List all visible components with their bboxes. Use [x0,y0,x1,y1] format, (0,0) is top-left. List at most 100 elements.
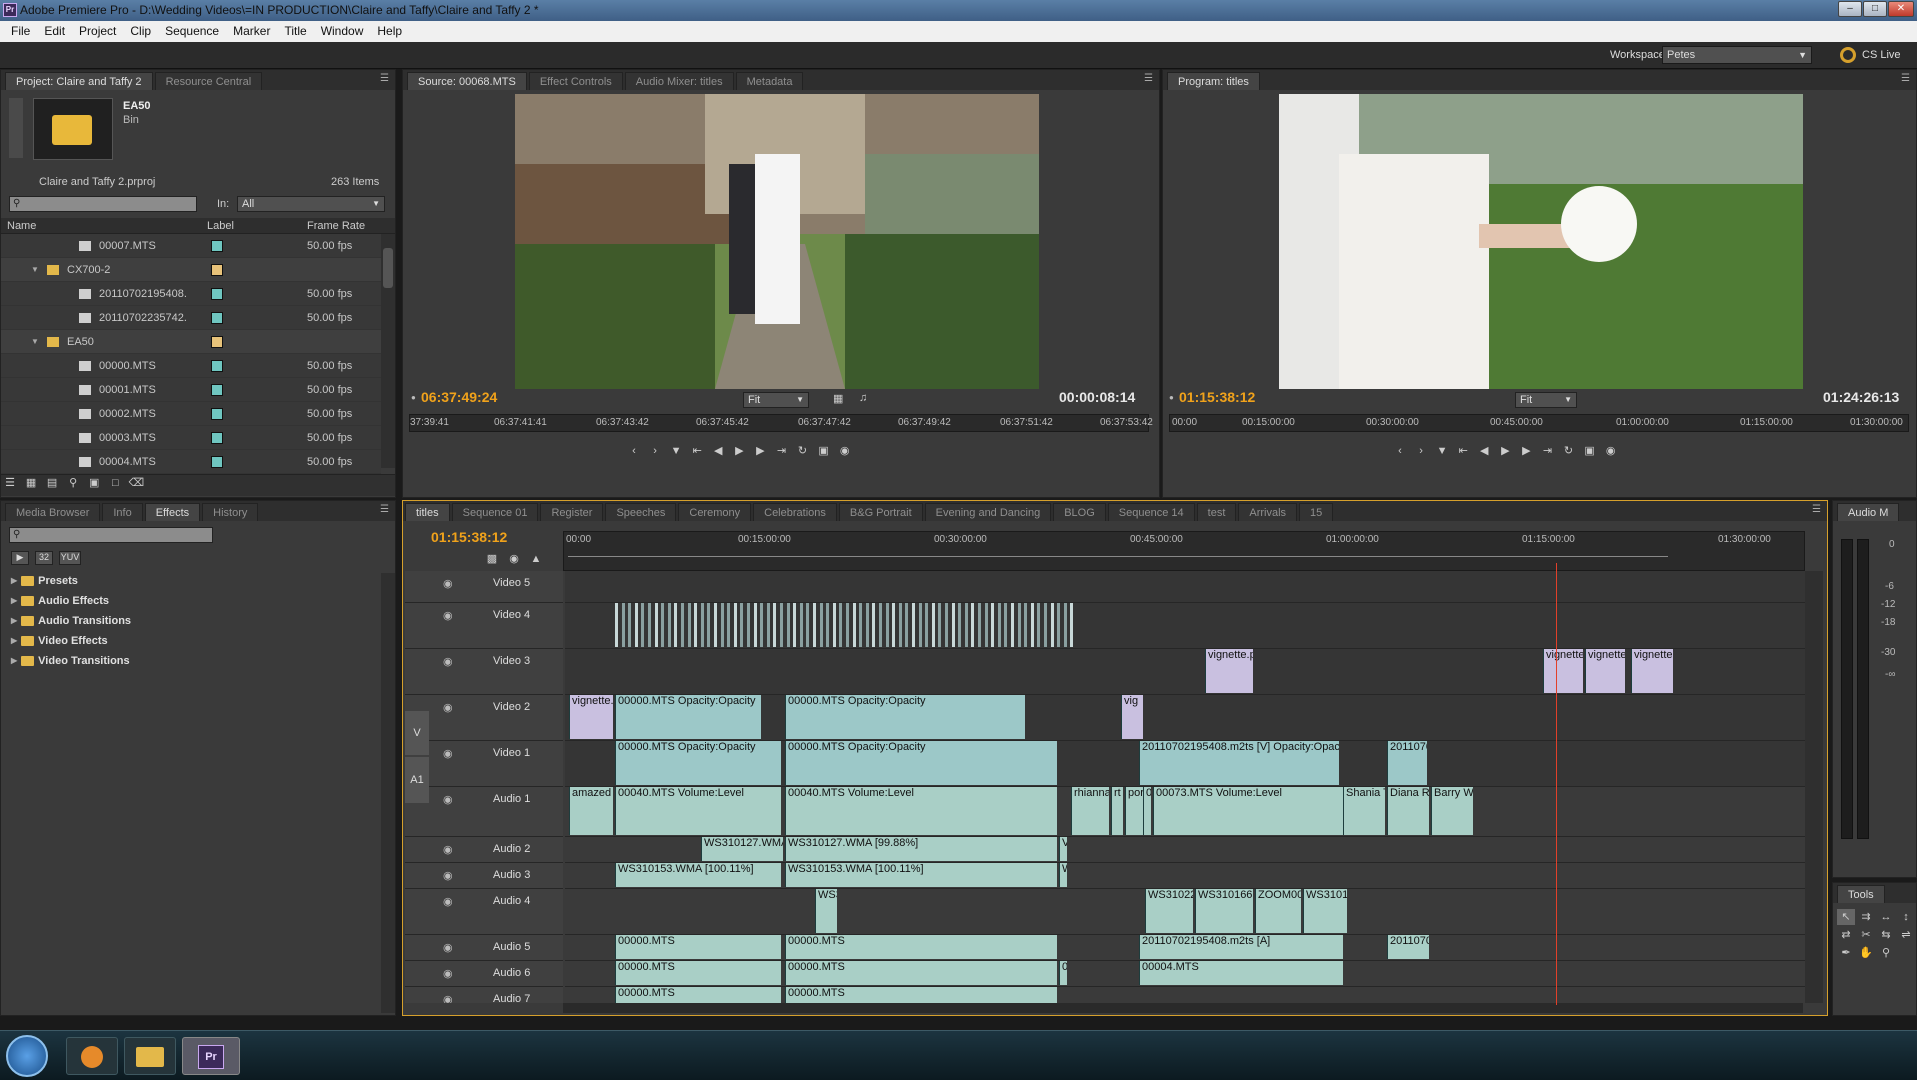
timeline-clip[interactable]: WS310153.WMA [100.11%] [785,863,1057,887]
taskbar-premiere-icon[interactable]: Pr [182,1037,240,1075]
effects-search-input[interactable]: ⚲ [9,527,213,543]
effects-folder-audio-transitions[interactable]: ▶ Audio Transitions [5,613,385,629]
tab-15[interactable]: 15 [1299,503,1334,521]
32bit-effects-button[interactable]: 32 [35,551,53,565]
timeline-clip[interactable]: WS3 [815,889,837,933]
selection-tool-icon[interactable]: ↖ [1837,909,1855,925]
accelerated-effects-icon[interactable]: ▶ [11,551,29,565]
source-video-frame[interactable] [515,94,1039,389]
timeline-horizontal-scrollbar[interactable] [563,1003,1803,1013]
track-header[interactable]: ◉ Audio 7 [405,987,563,1003]
tab-project[interactable]: Project: Claire and Taffy 2 [5,72,153,90]
audio-target-label[interactable]: A1 [405,757,429,803]
timeline-clip[interactable]: rt [1111,787,1123,835]
tab-blog[interactable]: BLOG [1053,503,1106,521]
project-scrollbar[interactable] [381,234,395,468]
goto-out-icon[interactable]: ⇥ [772,443,790,459]
find-icon[interactable]: ⚲ [64,475,82,491]
timeline-clip[interactable]: amazed w [569,787,613,835]
timeline-clip[interactable]: vignette.ps [1205,649,1253,693]
tab-effect-controls[interactable]: Effect Controls [528,72,623,90]
column-label[interactable]: Label [207,218,234,234]
cs-live-icon[interactable] [1840,47,1856,63]
mark-out-icon[interactable]: › [1412,443,1430,459]
tab-audio-meters[interactable]: Audio M [1837,503,1900,521]
timeline-clip[interactable]: 0 [1059,961,1067,985]
tab-sequence-14[interactable]: Sequence 14 [1107,503,1195,521]
program-video-frame[interactable] [1279,94,1803,389]
workspace-dropdown[interactable]: Petes ▼ [1662,46,1812,64]
source-fit-dropdown[interactable]: Fit ▼ [743,392,809,408]
set-marker-icon[interactable]: ▼ [667,443,685,459]
menu-title[interactable]: Title [277,21,313,42]
timeline-clip[interactable]: WS310154 [1303,889,1347,933]
work-area-bar[interactable] [568,556,1668,557]
step-back-icon[interactable]: ◀ [709,443,727,459]
disclosure-triangle-icon[interactable]: ▼ [31,337,39,346]
eye-icon[interactable]: ◉ [443,609,453,622]
slide-tool-icon[interactable]: ⇌ [1897,927,1915,943]
effects-folder-video-effects[interactable]: ▶ Video Effects [5,633,385,649]
tab-effects[interactable]: Effects [144,503,201,521]
loop-icon[interactable]: ↻ [1560,443,1578,459]
taskbar-explorer-icon[interactable] [124,1037,176,1075]
project-clip-row[interactable]: 00003.MTS 50.00 fps [1,426,381,450]
rate-stretch-tool-icon[interactable]: ⇄ [1837,927,1855,943]
cs-live-label[interactable]: CS Live [1862,49,1901,61]
timeline-clip[interactable]: 00000.MTS [615,961,781,985]
yuv-effects-button[interactable]: YUV [59,551,81,565]
effects-folder-video-transitions[interactable]: ▶ Video Transitions [5,653,385,669]
disclosure-triangle-icon[interactable]: ▼ [31,265,39,274]
tab-program[interactable]: Program: titles [1167,72,1260,90]
timeline-clip[interactable]: WS310127.WMA [99.88%] [785,837,1057,861]
source-current-timecode[interactable]: 06:37:49:24 [421,389,497,405]
timeline-clip[interactable]: W [1059,863,1067,887]
project-clip-row[interactable]: 00002.MTS 50.00 fps [1,402,381,426]
timeline-clip[interactable]: 00040.MTS Volume:Level [785,787,1057,835]
panel-menu-icon[interactable]: ☰ [1901,73,1910,84]
loop-icon[interactable]: ↻ [794,443,812,459]
track-header[interactable]: ◉ Audio 2 [405,837,563,863]
tab-sequence-01[interactable]: Sequence 01 [451,503,539,521]
eye-icon[interactable]: ◉ [443,895,453,908]
track-lane[interactable] [565,571,1805,603]
timeline-clip[interactable]: por [1125,787,1143,835]
play-icon[interactable]: ▶ [1496,443,1514,459]
goto-in-icon[interactable]: ⇤ [1454,443,1472,459]
timeline-clip[interactable]: 0 [1143,787,1151,835]
track-header[interactable]: ◉ Video 5 [405,571,563,603]
timeline-clip[interactable]: 20110702195408.m2ts [V] Opacity:Opacity [1139,741,1339,785]
project-bin-row[interactable]: ▼ CX700-2 [1,258,381,282]
menu-marker[interactable]: Marker [226,21,277,42]
eye-icon[interactable]: ◉ [443,843,453,856]
play-icon[interactable]: ▶ [730,443,748,459]
timeline-clip[interactable]: vignette. [1631,649,1673,693]
tab-resource-central[interactable]: Resource Central [154,72,263,90]
tab-metadata[interactable]: Metadata [735,72,804,90]
menu-window[interactable]: Window [314,21,371,42]
project-clip-row[interactable]: 00000.MTS 50.00 fps [1,354,381,378]
track-header[interactable]: ◉ Video 3 [405,649,563,695]
hand-tool-icon[interactable]: ✋ [1857,945,1875,961]
safe-margins-icon[interactable]: ▣ [815,443,833,459]
tab-bg-portrait[interactable]: B&G Portrait [838,503,923,521]
output-icon[interactable]: ◉ [1602,443,1620,459]
effects-folder-presets[interactable]: ▶ Presets [5,573,385,589]
panel-menu-icon[interactable]: ☰ [380,504,389,515]
icon-view-icon[interactable]: ▦ [22,475,40,491]
playhead-line[interactable] [1556,563,1557,1005]
timeline-clip[interactable]: V [1059,837,1067,861]
menu-project[interactable]: Project [72,21,123,42]
project-clip-row[interactable]: 00001.MTS 50.00 fps [1,378,381,402]
timeline-clip[interactable]: 00000.MTS [785,987,1057,1003]
tab-source[interactable]: Source: 00068.MTS [407,72,527,90]
column-frame-rate[interactable]: Frame Rate [307,218,365,234]
timeline-clip[interactable]: Barry Wh [1431,787,1473,835]
timeline-clip[interactable]: 00073.MTS Volume:Level [1153,787,1343,835]
tab-celebrations[interactable]: Celebrations [753,503,837,521]
track-header[interactable]: ◉ Audio 6 [405,961,563,987]
timeline-clip[interactable]: 00040.MTS Volume:Level [615,787,781,835]
track-header[interactable]: ◉ Audio 5 [405,935,563,961]
project-clip-row[interactable]: 20110702235742. 50.00 fps [1,306,381,330]
slip-tool-icon[interactable]: ⇆ [1877,927,1895,943]
